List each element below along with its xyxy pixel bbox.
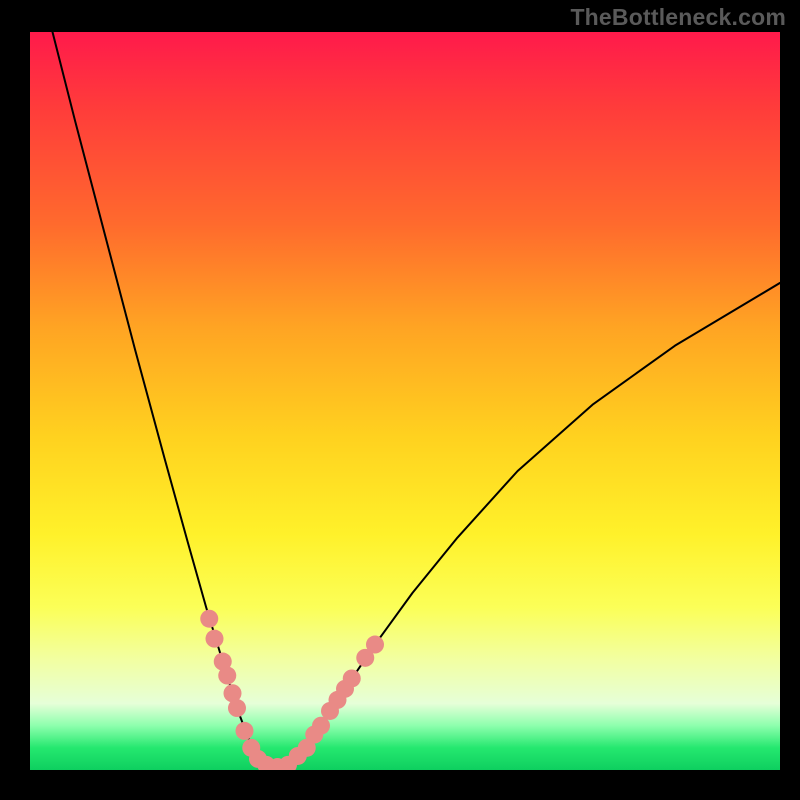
- marker-point: [206, 630, 224, 648]
- marker-point: [218, 667, 236, 685]
- plot-area: [30, 32, 780, 770]
- watermark-label: TheBottleneck.com: [570, 4, 786, 31]
- marker-point: [366, 636, 384, 654]
- curve-bottleneck-curve: [53, 32, 781, 767]
- marker-point: [228, 699, 246, 717]
- marker-point: [343, 669, 361, 687]
- marker-point: [200, 610, 218, 628]
- marker-point: [236, 722, 254, 740]
- chart-container: TheBottleneck.com: [0, 0, 800, 800]
- plot-svg: [30, 32, 780, 770]
